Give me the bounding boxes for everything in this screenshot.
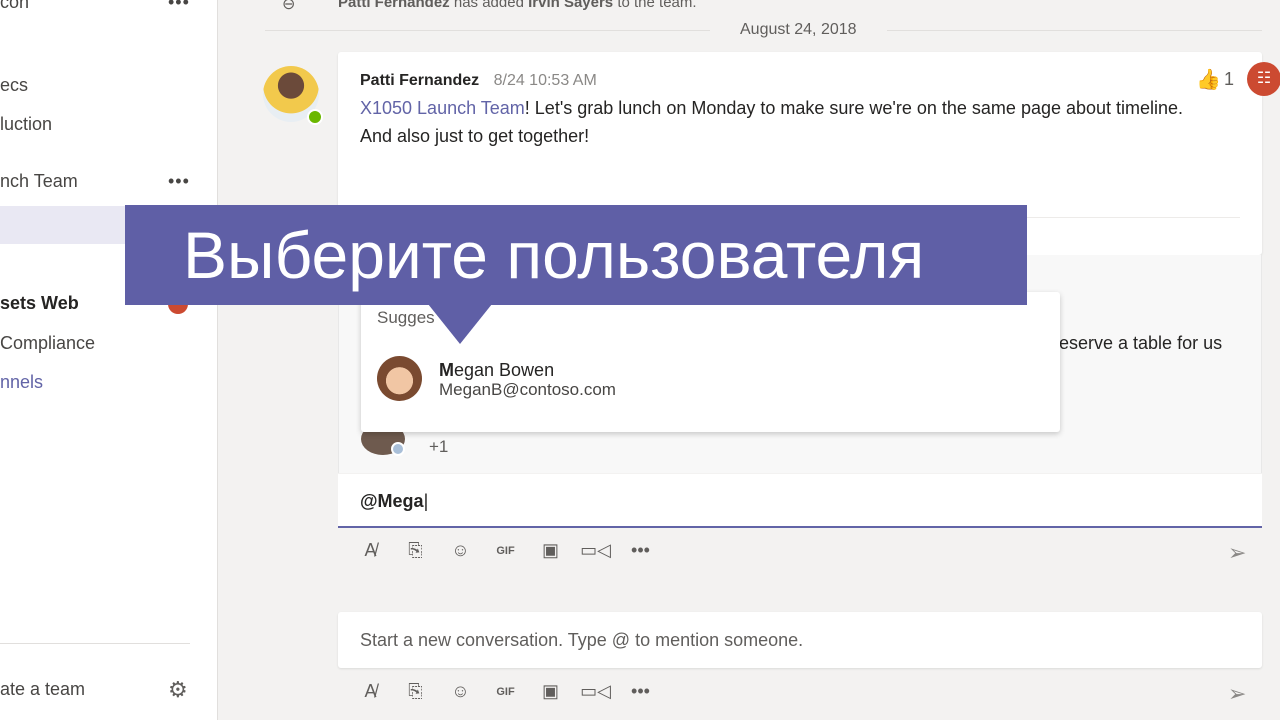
system-message: Patti Fernandez has added Irvin Sayers t…	[338, 0, 697, 11]
sticker-icon[interactable]: ▣	[528, 540, 573, 561]
format-icon[interactable]: A̸	[348, 540, 393, 561]
composer-input[interactable]: @Mega|	[360, 491, 428, 512]
sidebar-item[interactable]: luction	[0, 114, 52, 135]
gear-icon[interactable]: ⚙	[168, 677, 188, 703]
sidebar-item[interactable]: con	[0, 0, 29, 13]
send-icon[interactable]: ➢	[1228, 681, 1246, 707]
attach-icon[interactable]: ⎘	[393, 540, 438, 561]
reply-text: eserve a table for us	[1059, 333, 1223, 353]
gif-icon[interactable]: GIF	[483, 686, 528, 698]
caption-pointer	[428, 304, 492, 344]
format-icon[interactable]: A̸	[348, 681, 393, 702]
overlay-caption: Выберите пользователя	[125, 205, 1027, 305]
meet-icon[interactable]: ▭◁	[573, 681, 618, 702]
sticker-icon[interactable]: ▣	[528, 681, 573, 702]
text: to the team.	[613, 0, 697, 11]
avatar	[377, 356, 422, 401]
more-options-icon[interactable]: •••	[168, 171, 190, 192]
message-time: 8/24 10:53 AM	[493, 72, 597, 89]
composer-toolbar: A̸ ⎘ ☺ GIF ▣ ▭◁ •••	[348, 540, 663, 561]
sidebar-item[interactable]: ecs	[0, 75, 28, 96]
gif-icon[interactable]: GIF	[483, 545, 528, 557]
system-icon: ⊖	[282, 0, 296, 13]
new-conversation-placeholder[interactable]: Start a new conversation. Type @ to ment…	[360, 630, 803, 651]
send-icon[interactable]: ➢	[1228, 540, 1246, 566]
emoji-icon[interactable]: ☺	[438, 540, 483, 561]
more-icon[interactable]: •••	[618, 681, 663, 702]
emoji-icon[interactable]: ☺	[438, 681, 483, 702]
new-conversation-toolbar: A̸ ⎘ ☺ GIF ▣ ▭◁ •••	[348, 681, 663, 702]
new-conversation-box[interactable]: Start a new conversation. Type @ to ment…	[338, 612, 1262, 668]
create-team-link[interactable]: ate a team	[0, 679, 85, 700]
more-icon[interactable]: •••	[618, 540, 663, 561]
meet-icon[interactable]: ▭◁	[573, 540, 618, 561]
reply-count[interactable]: +1	[429, 437, 448, 457]
presence-icon	[391, 442, 405, 456]
presence-available-icon	[307, 109, 323, 125]
suggestion-email: MeganB@contoso.com	[439, 380, 616, 399]
suggestions-header: Sugges	[377, 308, 435, 327]
more-options-icon[interactable]: •••	[168, 0, 190, 13]
sidebar-item[interactable]: nnels	[0, 372, 43, 393]
target: Irvin Sayers	[528, 0, 614, 11]
actor: Patti Fernandez	[338, 0, 450, 11]
sidebar-item[interactable]: nch Team	[0, 171, 78, 192]
sidebar-item[interactable]: Compliance	[0, 333, 95, 354]
message-body: X1050 Launch Team! Let's grab lunch on M…	[360, 94, 1200, 150]
date-divider: August 24, 2018	[710, 21, 887, 39]
sidebar: con ecs luction nch Team sets Web Compliance n…	[0, 0, 218, 720]
reply-composer[interactable]: @Mega|	[338, 474, 1262, 528]
attach-icon[interactable]: ⎘	[393, 681, 438, 702]
divider	[0, 643, 190, 644]
team-icon[interactable]: ☷	[1247, 62, 1280, 96]
sidebar-item[interactable]: sets Web	[0, 293, 79, 314]
like-icon[interactable]: 👍	[1196, 67, 1221, 92]
team-mention[interactable]: X1050 Launch Team	[360, 98, 525, 118]
suggestion-name: Megan Bowen	[439, 360, 555, 380]
text: has added	[449, 0, 529, 11]
message-author[interactable]: Patti Fernandez	[360, 72, 479, 89]
suggestion-item[interactable]: Megan Bowen MeganB@contoso.com	[361, 350, 1060, 406]
like-count: 1	[1224, 69, 1235, 89]
